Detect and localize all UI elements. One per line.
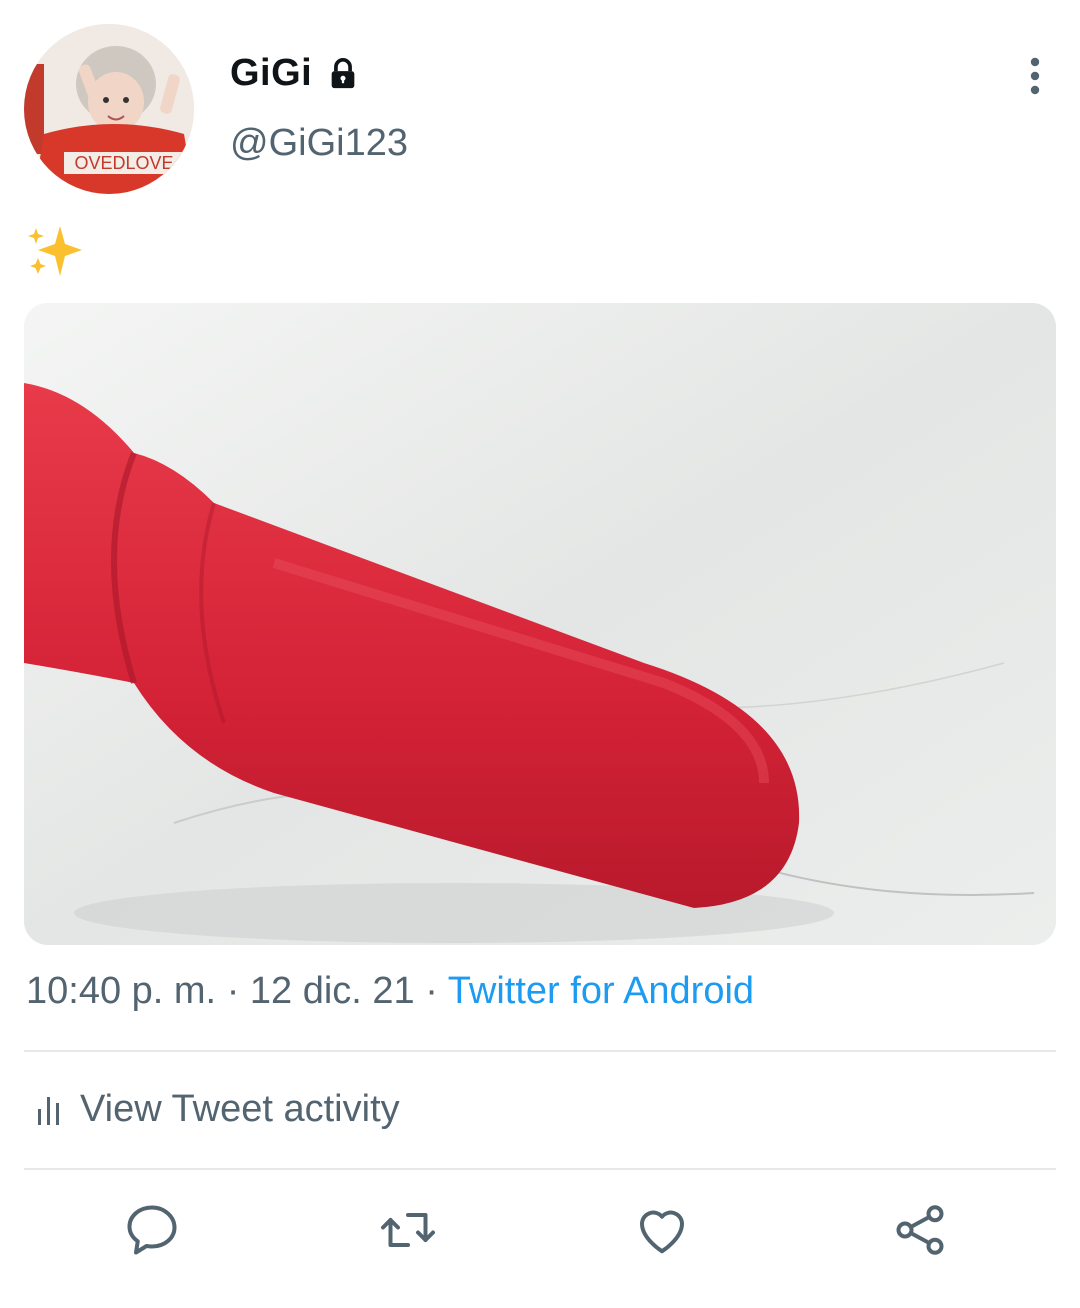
user-name-row[interactable]: GiGi [230, 52, 360, 95]
retweet-button[interactable] [378, 1200, 438, 1260]
retweet-icon [381, 1213, 435, 1247]
divider [24, 1050, 1056, 1052]
view-tweet-activity-button[interactable]: View Tweet activity [36, 1088, 400, 1131]
tweet-timestamp-row: 10:40 p. m. · 12 dic. 21 · Twitter for A… [26, 970, 754, 1013]
display-name[interactable]: GiGi [230, 52, 312, 95]
tweet-date[interactable]: 12 dic. 21 [250, 970, 415, 1012]
avatar[interactable]: OVEDLOVE [24, 24, 194, 194]
view-tweet-activity-label: View Tweet activity [80, 1088, 400, 1130]
share-icon [896, 1205, 944, 1255]
more-options-icon[interactable] [1022, 56, 1048, 96]
meta-separator: · [226, 970, 240, 1012]
meta-separator: · [425, 970, 438, 1012]
tweet-action-bar [0, 1200, 1080, 1264]
avatar-caption: OVEDLOVE [74, 153, 173, 173]
bar-chart-icon [38, 1096, 59, 1125]
tweet-source-link[interactable]: Twitter for Android [448, 970, 754, 1012]
user-handle[interactable]: @GiGi123 [230, 122, 408, 165]
reply-icon [127, 1205, 177, 1255]
like-button[interactable] [632, 1200, 692, 1260]
like-icon [640, 1210, 684, 1254]
divider [24, 1168, 1056, 1170]
lock-icon [331, 57, 355, 88]
photo-red-object-on-marble [24, 303, 1056, 945]
sparkles-emoji [28, 226, 82, 276]
avatar-image: OVEDLOVE [24, 24, 194, 194]
tweet-time[interactable]: 10:40 p. m. [26, 970, 216, 1012]
share-button[interactable] [890, 1200, 950, 1260]
reply-button[interactable] [122, 1200, 182, 1260]
tweet-media-image[interactable] [24, 303, 1056, 945]
